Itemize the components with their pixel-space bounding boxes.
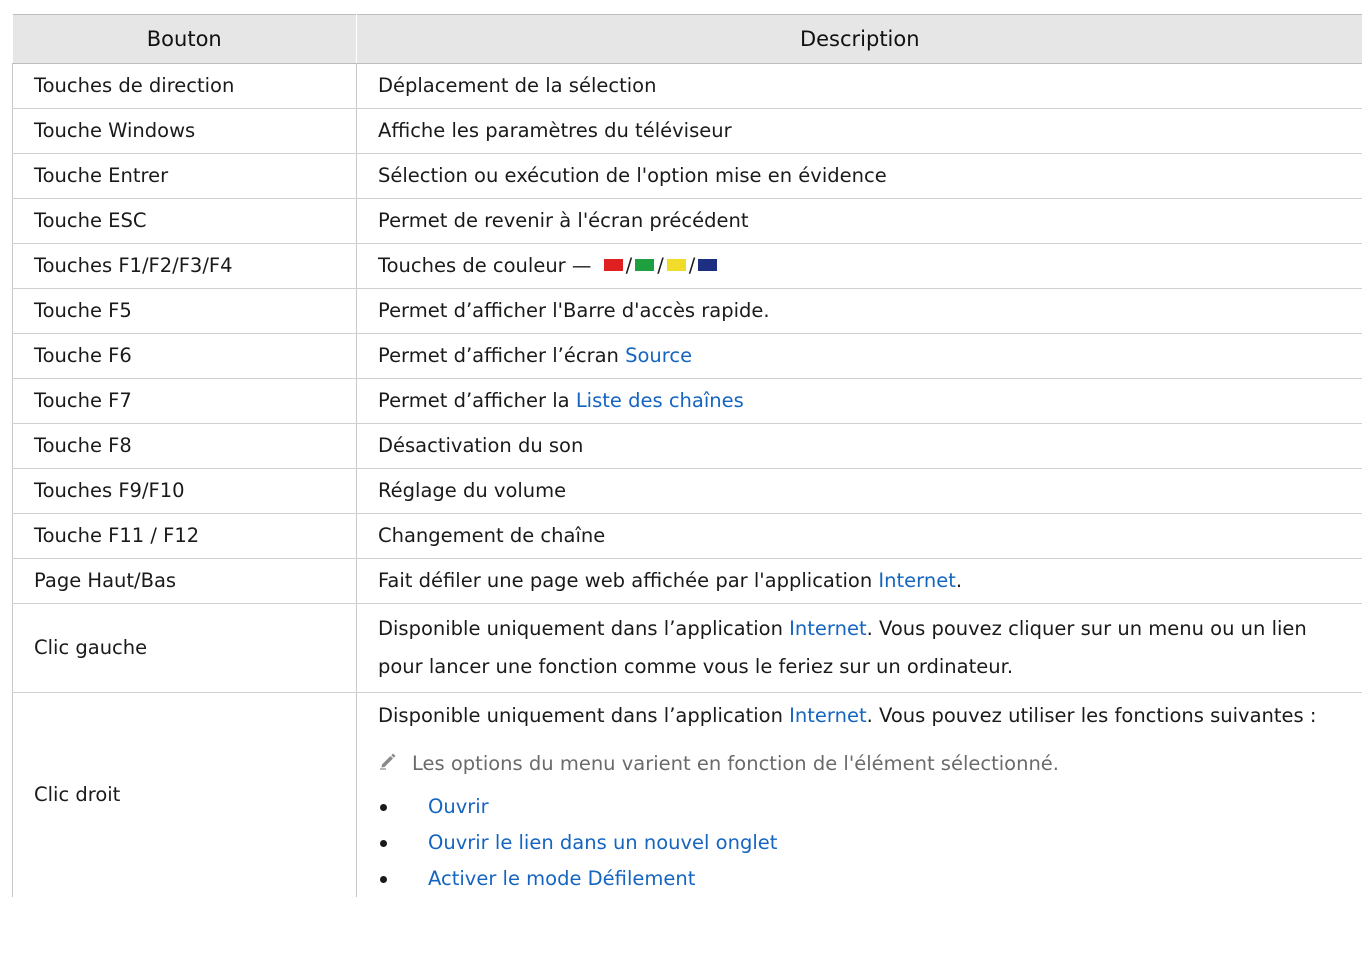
table-row: Touche Windows Affiche les paramètres du… bbox=[12, 108, 1362, 154]
description-text: Disponible uniquement dans l’application bbox=[378, 704, 790, 727]
options-list: Ouvrir Ouvrir le lien dans un nouvel ong… bbox=[378, 789, 1342, 897]
button-cell: Touche Windows bbox=[12, 108, 357, 154]
bullet bbox=[380, 839, 387, 847]
button-cell: Touches F9/F10 bbox=[12, 468, 357, 514]
option-scroll-mode[interactable]: Activer le mode Défilement bbox=[428, 861, 695, 897]
table-row: Touche F7 Permet d’afficher la Liste des… bbox=[12, 378, 1362, 424]
description-cell: Disponible uniquement dans l’application… bbox=[357, 693, 1362, 898]
description-cell: Réglage du volume bbox=[356, 468, 1362, 514]
list-item: Ouvrir le lien dans un nouvel onglet bbox=[378, 825, 1342, 861]
header-description: Description bbox=[356, 14, 1362, 64]
description-text: Permet d’afficher l’écran bbox=[378, 344, 626, 367]
button-cell: Touche Entrer bbox=[12, 153, 357, 199]
description-cell: Permet d’afficher l'Barre d'accès rapide… bbox=[356, 288, 1362, 334]
source-link[interactable]: Source bbox=[625, 344, 692, 367]
pencil-icon bbox=[378, 747, 400, 781]
keyboard-shortcut-table: Bouton Description Touches de direction … bbox=[12, 14, 1362, 897]
bullet bbox=[380, 803, 387, 811]
table-row: Clic droit Disponible uniquement dans l’… bbox=[12, 692, 1362, 898]
button-cell: Clic droit bbox=[12, 692, 357, 897]
table-row: Touches F9/F10 Réglage du volume bbox=[12, 468, 1362, 514]
separator: / bbox=[657, 254, 664, 277]
note: Les options du menu varient en fonction … bbox=[378, 747, 1342, 781]
table-row: Touche F11 / F12 Changement de chaîne bbox=[12, 513, 1362, 559]
description-text-after: . Vous pouvez utiliser les fonctions sui… bbox=[866, 704, 1317, 727]
description-cell: Sélection ou exécution de l'option mise … bbox=[356, 153, 1362, 199]
red-swatch-icon bbox=[603, 259, 623, 271]
description-cell: Fait défiler une page web affichée par l… bbox=[356, 558, 1362, 604]
description-cell: Permet de revenir à l'écran précédent bbox=[356, 198, 1362, 244]
description-cell: Disponible uniquement dans l’application… bbox=[356, 603, 1362, 693]
bullet bbox=[380, 875, 387, 883]
channel-list-link[interactable]: Liste des chaînes bbox=[576, 389, 744, 412]
button-cell: Touche F8 bbox=[12, 423, 357, 469]
description-text: Fait défiler une page web affichée par l… bbox=[378, 569, 879, 592]
table-row: Touche F8 Désactivation du son bbox=[12, 423, 1362, 469]
table-row: Clic gauche Disponible uniquement dans l… bbox=[12, 603, 1362, 693]
description-cell: Affiche les paramètres du téléviseur bbox=[356, 108, 1362, 154]
description-cell: Permet d’afficher l’écran Source bbox=[356, 333, 1362, 379]
separator: / bbox=[688, 254, 696, 277]
table-row: Page Haut/Bas Fait défiler une page web … bbox=[12, 558, 1362, 604]
description-cell: Déplacement de la sélection bbox=[356, 63, 1362, 109]
button-cell: Touches de direction bbox=[12, 63, 357, 109]
option-open[interactable]: Ouvrir bbox=[428, 789, 489, 825]
table-header-row: Bouton Description bbox=[12, 14, 1362, 64]
list-item: Ouvrir bbox=[378, 789, 1342, 825]
button-cell: Touche F11 / F12 bbox=[12, 513, 357, 559]
button-cell: Page Haut/Bas bbox=[12, 558, 357, 604]
internet-link[interactable]: Internet bbox=[878, 569, 955, 592]
internet-link[interactable]: Internet bbox=[789, 617, 866, 640]
yellow-swatch-icon bbox=[666, 259, 686, 271]
table-row: Touches de direction Déplacement de la s… bbox=[12, 63, 1362, 109]
description-cell: Touches de couleur — / / / bbox=[356, 243, 1362, 289]
button-cell: Clic gauche bbox=[12, 603, 357, 693]
description-cell: Changement de chaîne bbox=[356, 513, 1362, 559]
button-cell: Touche F6 bbox=[12, 333, 357, 379]
button-cell: Touche F7 bbox=[12, 378, 357, 424]
header-button: Bouton bbox=[12, 14, 357, 64]
table-row: Touche Entrer Sélection ou exécution de … bbox=[12, 153, 1362, 199]
separator: / bbox=[625, 254, 633, 277]
table-row: Touche F6 Permet d’afficher l’écran Sour… bbox=[12, 333, 1362, 379]
note-text: Les options du menu varient en fonction … bbox=[412, 752, 1060, 775]
description-text: Disponible uniquement dans l’application bbox=[378, 617, 790, 640]
list-item: Activer le mode Défilement bbox=[378, 861, 1342, 897]
description-text: Permet d’afficher la bbox=[378, 389, 576, 412]
table-row: Touches F1/F2/F3/F4 Touches de couleur —… bbox=[12, 243, 1362, 289]
table-row: Touche F5 Permet d’afficher l'Barre d'ac… bbox=[12, 288, 1362, 334]
color-keys-text: Touches de couleur — bbox=[378, 254, 592, 277]
button-cell: Touches F1/F2/F3/F4 bbox=[12, 243, 357, 289]
table-row: Touche ESC Permet de revenir à l'écran p… bbox=[12, 198, 1362, 244]
button-cell: Touche ESC bbox=[12, 198, 357, 244]
blue-swatch-icon bbox=[698, 259, 718, 271]
description-cell: Permet d’afficher la Liste des chaînes bbox=[356, 378, 1362, 424]
description-text-after: . bbox=[955, 569, 963, 592]
intro-text: Disponible uniquement dans l’application… bbox=[378, 697, 1342, 735]
internet-link[interactable]: Internet bbox=[789, 704, 866, 727]
description-cell: Désactivation du son bbox=[356, 423, 1362, 469]
option-open-new-tab[interactable]: Ouvrir le lien dans un nouvel onglet bbox=[428, 825, 777, 861]
green-swatch-icon bbox=[635, 259, 655, 271]
button-cell: Touche F5 bbox=[12, 288, 357, 334]
